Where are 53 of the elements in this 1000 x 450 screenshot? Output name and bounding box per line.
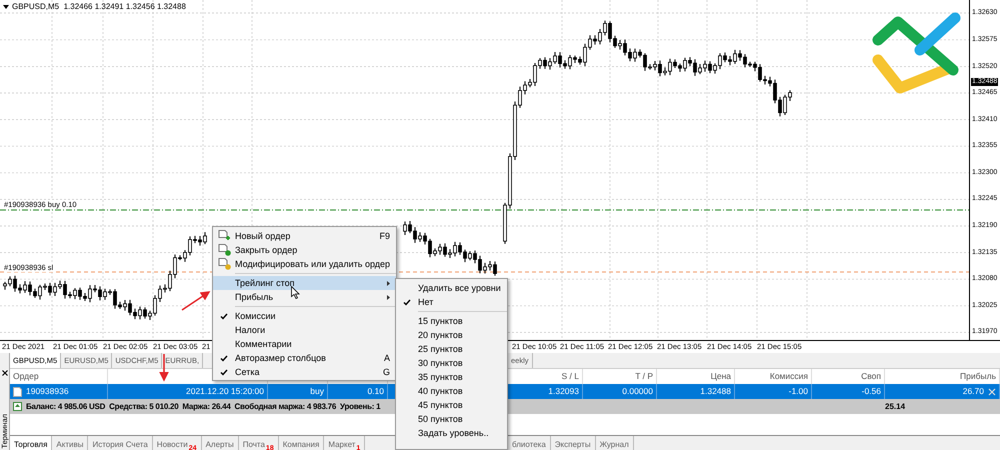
- menu-item[interactable]: 45 пунктов: [396, 398, 507, 412]
- tab[interactable]: Журнал: [596, 436, 634, 450]
- dropdown-triangle-icon: [3, 4, 9, 8]
- tab[interactable]: История Счета: [88, 436, 153, 450]
- balance-text: Баланс: 4 985.06 USD: [26, 401, 106, 413]
- menu-item[interactable]: 35 пунктов: [396, 370, 507, 384]
- tab[interactable]: Активы: [52, 436, 88, 450]
- menu-item[interactable]: Налоги: [213, 323, 396, 337]
- check-icon: [403, 298, 411, 306]
- menu-item[interactable]: 20 пунктов: [396, 328, 507, 342]
- modify-order-icon: [218, 258, 230, 270]
- close-order-icon: [218, 244, 230, 256]
- balance-text: Уровень: 1: [340, 401, 380, 413]
- tab[interactable]: Компания: [278, 436, 324, 450]
- menu-item[interactable]: Комиссии: [213, 309, 396, 323]
- menu-item[interactable]: Задать уровень..: [396, 426, 507, 440]
- menu-item[interactable]: 50 пунктов: [396, 412, 507, 426]
- menu-item[interactable]: Новый ордер F9: [213, 229, 396, 243]
- annotation-arrow: [182, 291, 210, 311]
- close-icon[interactable]: [2, 370, 8, 376]
- new-order-icon: [218, 230, 230, 242]
- tab[interactable]: Эксперты: [550, 436, 596, 450]
- shortcut-label: G: [382, 367, 390, 377]
- menu-item[interactable]: 25 пунктов: [396, 342, 507, 356]
- tab[interactable]: Торговля: [10, 436, 52, 450]
- submenu-arrow-icon: [387, 294, 390, 300]
- table-cell-text: 26.70: [962, 385, 984, 398]
- submenu-arrow-icon: [387, 280, 390, 286]
- balance-text: Средства: 5 010.20: [109, 401, 178, 413]
- menu-item[interactable]: Прибыль: [213, 290, 396, 304]
- shortcut-label: F9: [378, 231, 390, 241]
- check-icon: [220, 312, 228, 320]
- menu-item[interactable]: Закрыть ордер: [213, 243, 396, 257]
- table-cell-text: 190938936: [26, 385, 69, 398]
- mouse-cursor-icon: [291, 286, 300, 299]
- balance-icon: [13, 402, 22, 411]
- order-icon: [13, 386, 22, 396]
- tab[interactable]: Алерты: [202, 436, 239, 450]
- total-profit: 25.14: [885, 401, 906, 413]
- menu-item[interactable]: 30 пунктов: [396, 356, 507, 370]
- menu-item[interactable]: Авторазмер столбцов A: [213, 351, 396, 365]
- menu-item[interactable]: Сетка G: [213, 365, 396, 379]
- menu-item[interactable]: Модифицировать или удалить ордер: [213, 257, 396, 271]
- symbol-info: GBPUSD,M5 1.32466 1.32491 1.32456 1.32488: [12, 2, 186, 11]
- menu-item[interactable]: Нет: [396, 295, 507, 309]
- balance-text: Свободная маржа: 4 983.76: [234, 401, 336, 413]
- shortcut-label: A: [382, 353, 390, 363]
- balance-text: Маржа: 26.44: [182, 401, 231, 413]
- menu-item[interactable]: Комментарии: [213, 337, 396, 351]
- menu-item[interactable]: Удалить все уровни: [396, 281, 507, 295]
- menu-item[interactable]: 15 пунктов: [396, 314, 507, 328]
- menu-item[interactable]: Трейлинг стоп: [213, 276, 396, 290]
- menu-item[interactable]: 40 пунктов: [396, 384, 507, 398]
